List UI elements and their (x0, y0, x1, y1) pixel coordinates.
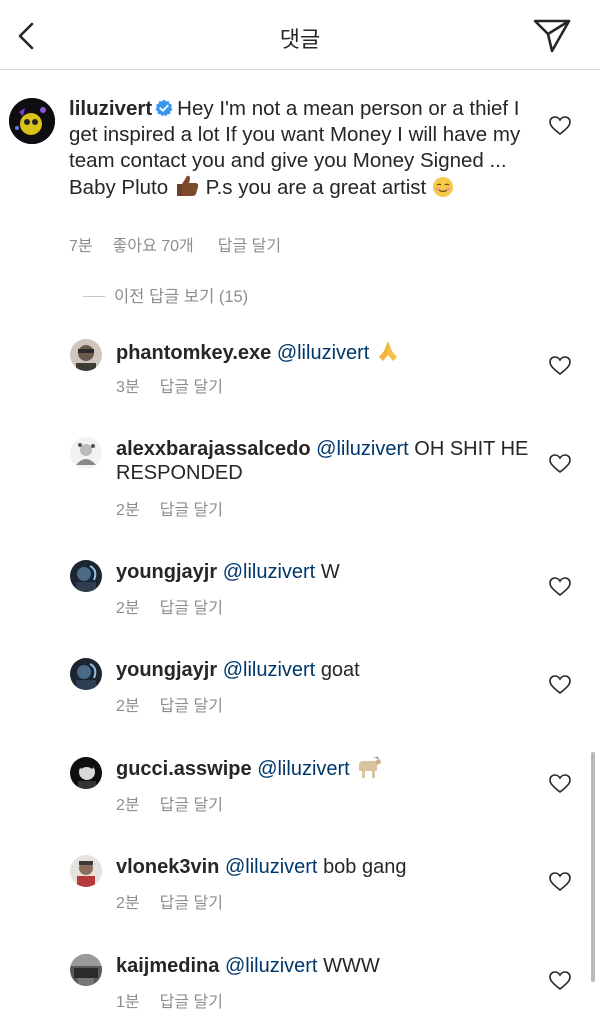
reply-time: 3분 (116, 379, 140, 396)
reply-text: vlonek3vin @liluzivert bob gang (116, 855, 536, 879)
mention-link[interactable]: @liluzivert (316, 438, 409, 460)
relieved-face-emoji-icon (432, 177, 453, 197)
reply-meta: 2분 답글 달기 (116, 594, 247, 618)
reply-text: kaijmedina @liluzivert WWW (116, 954, 536, 978)
avatar[interactable] (70, 855, 102, 887)
heart-icon[interactable] (549, 116, 571, 136)
avatar[interactable] (70, 954, 102, 986)
avatar-image (70, 954, 102, 986)
share-button[interactable] (532, 18, 572, 54)
reply-time: 1분 (116, 994, 140, 1011)
avatar-image (70, 560, 102, 592)
view-replies-label: 이전 답글 보기 (15) (114, 288, 249, 306)
reply-username[interactable]: kaijmedina (116, 955, 219, 977)
reply-text: phantomkey.exe @liluzivert (116, 339, 536, 365)
reply-body: WWW (323, 955, 380, 977)
reply-link[interactable]: 답글 달기 (160, 994, 223, 1011)
mention-link[interactable]: @liluzivert (257, 758, 350, 780)
heart-icon[interactable] (549, 454, 571, 474)
reply-meta: 2분 답글 달기 (116, 496, 247, 520)
main-comment: liluzivert Hey I'm not a mean person or a… (0, 96, 600, 266)
comment-meta: 7분 좋아요 70개 답글 달기 (69, 232, 305, 256)
reply-body: bob gang (323, 856, 407, 878)
page-title: 댓글 (279, 28, 321, 53)
reply-text: youngjayjr @liluzivert goat (116, 658, 536, 682)
mention-link[interactable]: @liluzivert (223, 561, 316, 583)
thumbs-up-emoji-icon (176, 175, 199, 196)
mention-link[interactable]: @liluzivert (225, 955, 318, 977)
heart-icon[interactable] (549, 774, 571, 794)
reply-username[interactable]: youngjayjr (116, 561, 217, 583)
reply-meta: 2분 답글 달기 (116, 791, 247, 815)
reply-time: 2분 (116, 895, 140, 912)
view-previous-replies[interactable]: 이전 답글 보기 (15) (83, 283, 248, 307)
reply-meta: 3분 답글 달기 (116, 373, 247, 397)
paper-plane-icon (533, 19, 571, 53)
avatar-image (70, 437, 102, 469)
reply-link[interactable]: 답글 달기 (160, 797, 223, 814)
avatar[interactable] (70, 560, 102, 592)
reply-username[interactable]: youngjayjr (116, 659, 217, 681)
mention-link[interactable]: @liluzivert (277, 342, 370, 364)
reply-meta: 1분 답글 달기 (116, 988, 247, 1012)
heart-icon[interactable] (549, 872, 571, 892)
heart-icon[interactable] (549, 971, 571, 991)
verified-badge-icon (155, 99, 173, 117)
heart-icon[interactable] (549, 577, 571, 597)
reply-text: youngjayjr @liluzivert W (116, 560, 536, 584)
comment-text: liluzivert Hey I'm not a mean person or a… (69, 96, 529, 201)
reply-time: 2분 (116, 797, 140, 814)
reply-link[interactable]: 답글 달기 (160, 379, 223, 396)
divider-line (83, 296, 105, 297)
mention-link[interactable]: @liluzivert (225, 856, 318, 878)
reply-time: 2분 (116, 502, 140, 519)
avatar-image (70, 855, 102, 887)
heart-icon[interactable] (549, 356, 571, 376)
reply-meta: 2분 답글 달기 (116, 889, 247, 913)
avatar[interactable] (70, 757, 102, 789)
reply-username[interactable]: alexxbarajassalcedo (116, 438, 311, 460)
comment-body-end: P.s you are a great artist (205, 176, 427, 199)
reply-time: 2분 (116, 698, 140, 715)
reply-time: 2분 (116, 600, 140, 617)
comment-username[interactable]: liluzivert (69, 97, 152, 120)
heart-icon[interactable] (549, 675, 571, 695)
reply-username[interactable]: gucci.asswipe (116, 758, 252, 780)
reply-link[interactable]: 답글 달기 (218, 238, 281, 255)
reply-meta: 2분 답글 달기 (116, 692, 247, 716)
reply-text: alexxbarajassalcedo @liluzivert OH SHIT … (116, 437, 536, 485)
avatar-image (9, 98, 55, 144)
avatar[interactable] (70, 339, 102, 371)
avatar[interactable] (70, 658, 102, 690)
goat-emoji-icon (359, 757, 382, 778)
mention-link[interactable]: @liluzivert (223, 659, 316, 681)
avatar-image (70, 339, 102, 371)
folded-hands-emoji-icon (378, 341, 397, 361)
avatar-image (70, 757, 102, 789)
reply-username[interactable]: vlonek3vin (116, 856, 219, 878)
comment-likes[interactable]: 좋아요 70개 (113, 238, 194, 255)
reply-username[interactable]: phantomkey.exe (116, 342, 271, 364)
reply-link[interactable]: 답글 달기 (160, 698, 223, 715)
scrollbar[interactable] (591, 752, 595, 982)
reply-link[interactable]: 답글 달기 (160, 502, 223, 519)
avatar[interactable] (70, 437, 102, 469)
reply-link[interactable]: 답글 달기 (160, 600, 223, 617)
comment-time: 7분 (69, 238, 93, 255)
reply-link[interactable]: 답글 달기 (160, 895, 223, 912)
avatar-image (70, 658, 102, 690)
reply-text: gucci.asswipe @liluzivert (116, 757, 536, 781)
reply-body: goat (320, 659, 360, 681)
header-bar: 댓글 (0, 0, 600, 70)
avatar[interactable] (9, 98, 55, 144)
reply-body: W (320, 561, 340, 583)
